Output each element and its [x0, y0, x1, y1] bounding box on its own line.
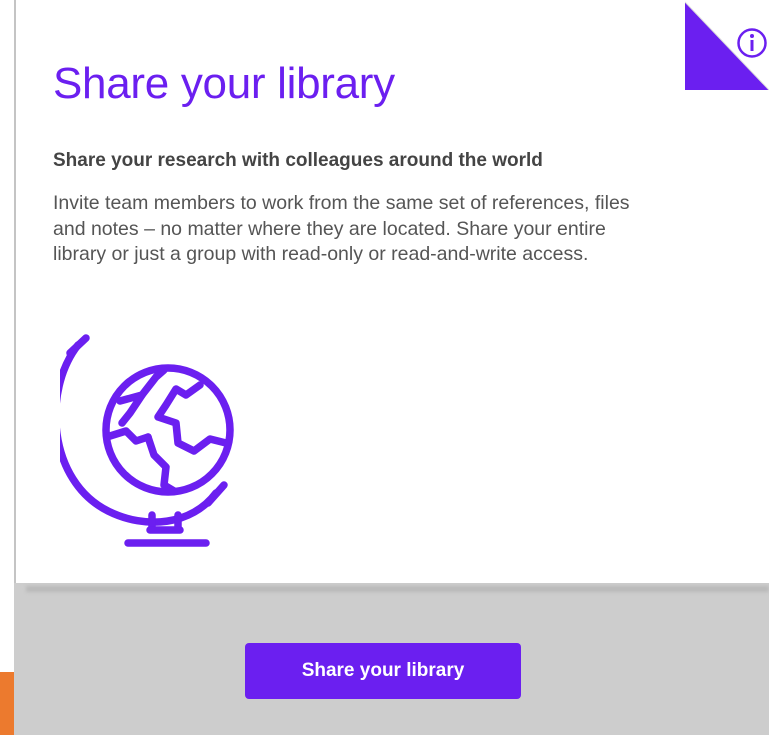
card-shadow: [26, 586, 769, 592]
card-description: Invite team members to work from the sam…: [53, 192, 630, 265]
share-library-button[interactable]: Share your library: [245, 643, 521, 699]
info-corner-tab[interactable]: [685, 0, 769, 90]
card-subtitle: Share your research with colleagues arou…: [53, 150, 543, 171]
info-icon[interactable]: [685, 0, 769, 90]
card-title: Share your library: [53, 59, 395, 108]
globe-icon: [60, 334, 234, 547]
edge-accent-bar: [0, 672, 14, 735]
